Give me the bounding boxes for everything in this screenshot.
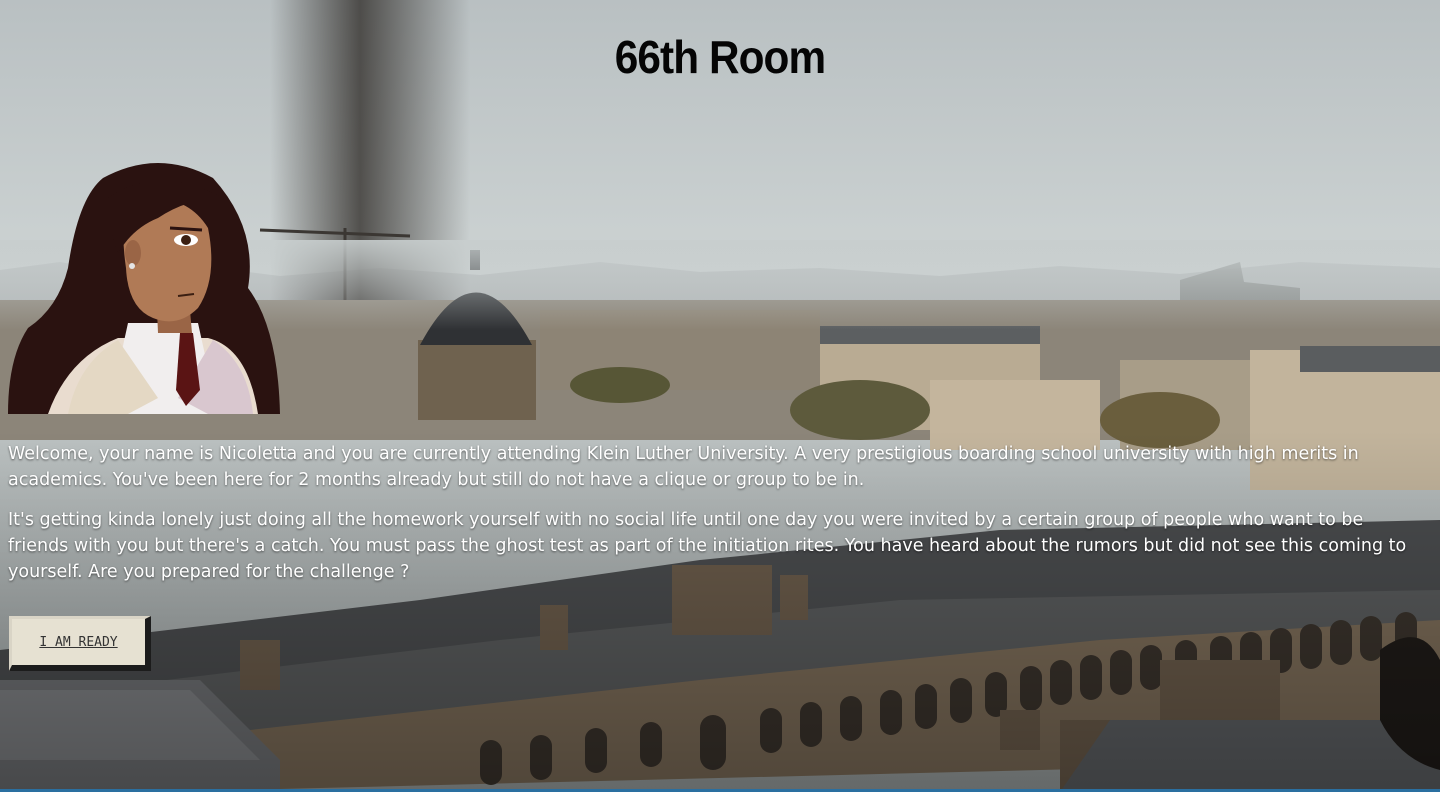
intro-paragraph-2: It's getting kinda lonely just doing all… xyxy=(8,510,1407,582)
page-title: 66th Room xyxy=(614,31,826,83)
character-portrait-nicoletta xyxy=(8,158,284,414)
intro-paragraph-1: Welcome, your name is Nicoletta and you … xyxy=(8,444,1359,490)
intro-text: Welcome, your name is Nicoletta and you … xyxy=(8,441,1428,599)
i-am-ready-button[interactable]: I AM READY xyxy=(9,616,151,671)
